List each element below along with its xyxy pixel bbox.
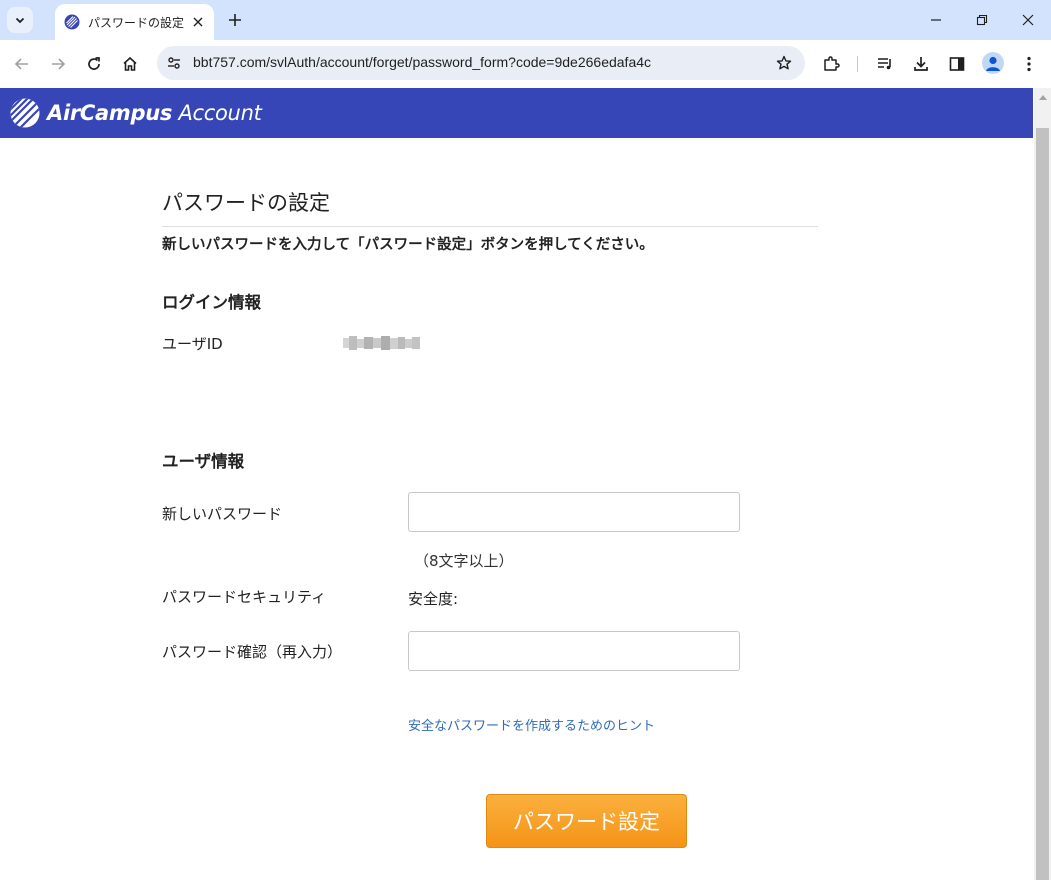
media-controls-button[interactable] — [873, 52, 897, 76]
active-tab[interactable]: パスワードの設定 — [55, 4, 214, 40]
close-icon — [1022, 14, 1034, 26]
back-button[interactable] — [10, 52, 34, 76]
scroll-up-button[interactable] — [1034, 90, 1051, 104]
aircampus-favicon-icon — [64, 14, 80, 30]
browser-tab-strip: パスワードの設定 — [0, 0, 1051, 40]
login-info-heading: ログイン情報 — [162, 293, 261, 312]
minimize-icon — [931, 19, 941, 21]
forward-button[interactable] — [46, 52, 70, 76]
site-header: AirCampus Account — [0, 88, 1033, 138]
logo-brand-text: AirCampus — [47, 101, 173, 125]
window-close-button[interactable] — [1013, 6, 1043, 34]
extensions-button[interactable] — [819, 52, 843, 76]
puzzle-icon — [824, 56, 840, 71]
tab-close-button[interactable] — [188, 12, 208, 32]
profile-avatar[interactable] — [982, 52, 1004, 74]
reload-button[interactable] — [82, 52, 106, 76]
title-divider — [162, 226, 818, 227]
toolbar-separator — [857, 56, 858, 72]
close-icon — [193, 17, 203, 27]
more-vert-icon — [1027, 56, 1031, 72]
scroll-thumb[interactable] — [1036, 128, 1049, 880]
reload-icon — [88, 57, 100, 70]
tab-search-button[interactable] — [7, 7, 33, 33]
queue-music-icon — [878, 58, 891, 70]
plus-icon — [229, 14, 241, 26]
restore-button[interactable] — [967, 6, 997, 34]
user-info-heading: ユーザ情報 — [162, 452, 245, 471]
password-length-hint: （8文字以上） — [414, 552, 514, 570]
set-password-button[interactable]: パスワード設定 — [486, 794, 687, 848]
new-password-input[interactable] — [408, 492, 740, 532]
browser-menu-button[interactable] — [1017, 52, 1041, 76]
instruction-text: 新しいパスワードを入力して「パスワード設定」ボタンを押してください。 — [162, 237, 654, 253]
downloads-button[interactable] — [909, 52, 933, 76]
home-button[interactable] — [118, 52, 142, 76]
bookmark-button[interactable] — [774, 53, 794, 73]
side-panel-icon — [949, 57, 965, 71]
tab-title: パスワードの設定 — [88, 15, 185, 30]
userid-label: ユーザID — [162, 335, 223, 353]
userid-value-redacted — [343, 336, 420, 350]
confirm-password-label: パスワード確認（再入力） — [162, 643, 343, 661]
new-tab-button[interactable] — [224, 9, 246, 31]
url-text: bbt757.com/svlAuth/account/forget/passwo… — [193, 54, 652, 70]
minimize-button[interactable] — [921, 6, 951, 34]
page-scrollbar[interactable] — [1034, 88, 1051, 880]
browser-toolbar: bbt757.com/svlAuth/account/forget/passwo… — [0, 40, 1051, 88]
star-icon — [776, 55, 792, 70]
download-icon — [914, 57, 928, 71]
person-icon — [986, 56, 1000, 71]
home-icon — [123, 56, 137, 71]
aircampus-logo-icon[interactable] — [10, 98, 40, 128]
password-tips-link[interactable]: 安全なパスワードを作成するためのヒント — [408, 715, 655, 734]
chevron-down-icon — [15, 17, 25, 24]
site-logo-text[interactable]: AirCampus Account — [47, 101, 262, 125]
triangle-up-icon — [1038, 94, 1047, 100]
password-security-label: パスワードセキュリティ — [162, 588, 327, 606]
side-panel-button[interactable] — [945, 52, 969, 76]
restore-icon — [976, 14, 988, 26]
arrow-right-icon — [52, 58, 66, 70]
site-info-button[interactable] — [164, 53, 184, 73]
page-title: パスワードの設定 — [162, 191, 330, 215]
address-bar[interactable]: bbt757.com/svlAuth/account/forget/passwo… — [157, 46, 805, 80]
logo-account-text: Account — [178, 101, 262, 125]
new-password-label: 新しいパスワード — [162, 505, 283, 523]
arrow-left-icon — [14, 58, 28, 70]
password-strength-value: 安全度: — [408, 590, 459, 608]
tune-icon — [168, 57, 180, 69]
confirm-password-input[interactable] — [408, 631, 740, 671]
